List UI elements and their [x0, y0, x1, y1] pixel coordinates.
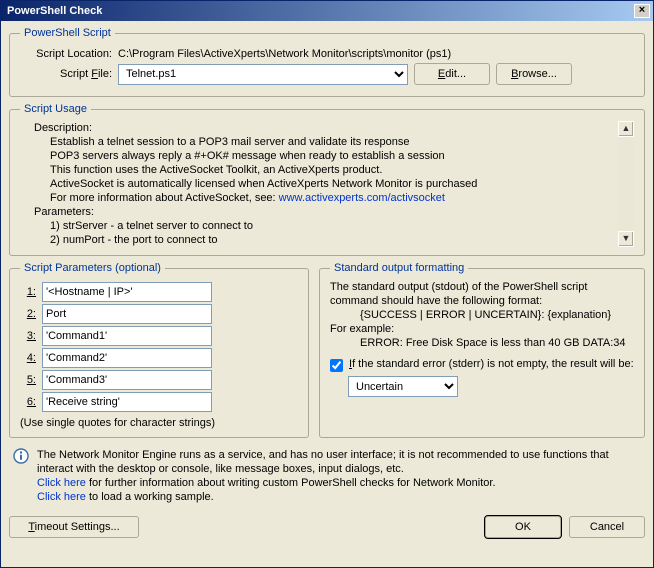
param-3-input[interactable]: [42, 326, 212, 346]
stdout-format: {SUCCESS | ERROR | UNCERTAIN}: {explanat…: [360, 308, 634, 322]
script-file-select[interactable]: Telnet.ps1: [118, 64, 408, 85]
help-link[interactable]: Click here: [37, 477, 86, 489]
group-stdout-legend: Standard output formatting: [330, 262, 468, 274]
param-1-input[interactable]: [42, 282, 212, 302]
close-icon[interactable]: ×: [634, 4, 650, 18]
usage-line: For more information about ActiveSocket,…: [50, 191, 616, 205]
param-num: 6:: [20, 396, 36, 408]
param-6-input[interactable]: [42, 392, 212, 412]
dialog: PowerShell Check × PowerShell Script Scr…: [0, 0, 654, 568]
stdout-example: ERROR: Free Disk Space is less than 40 G…: [360, 336, 634, 350]
group-script: PowerShell Script Script Location: C:\Pr…: [9, 27, 645, 97]
usage-scrollbar[interactable]: ▲ ▼: [618, 121, 634, 247]
group-usage: Script Usage Description: Establish a te…: [9, 103, 645, 256]
note-line1: The Network Monitor Engine runs as a ser…: [37, 448, 641, 476]
scroll-up-icon[interactable]: ▲: [618, 121, 634, 137]
param-5-input[interactable]: [42, 370, 212, 390]
note-line3: to load a working sample.: [86, 491, 214, 503]
button-bar: Timeout Settings... OK Cancel: [9, 510, 645, 538]
param-num: 4:: [20, 352, 36, 364]
load-sample-link[interactable]: Click here: [37, 491, 86, 503]
usage-param-hdr: Parameters:: [34, 205, 616, 219]
group-stdout: Standard output formatting The standard …: [319, 262, 645, 438]
group-script-legend: PowerShell Script: [20, 27, 115, 39]
stderr-label: If the standard error (stderr) is not em…: [349, 358, 634, 370]
param-2-input[interactable]: [42, 304, 212, 324]
group-params: Script Parameters (optional) 1: 2: 3: 4:…: [9, 262, 309, 438]
param-num: 2:: [20, 308, 36, 320]
script-location-value: C:\Program Files\ActiveXperts\Network Mo…: [118, 48, 634, 60]
scroll-down-icon[interactable]: ▼: [618, 231, 634, 247]
usage-line: ActiveSocket is automatically licensed w…: [50, 177, 616, 191]
param-num: 3:: [20, 330, 36, 342]
info-icon: [13, 448, 29, 464]
usage-text: Description: Establish a telnet session …: [20, 121, 616, 247]
param-num: 1:: [20, 286, 36, 298]
info-note: The Network Monitor Engine runs as a ser…: [9, 444, 645, 504]
usage-line: This function uses the ActiveSocket Tool…: [50, 163, 616, 177]
stderr-result-select[interactable]: Uncertain: [348, 376, 458, 397]
stdout-line: The standard output (stdout) of the Powe…: [330, 280, 634, 308]
usage-line: POP3 servers always reply a #+OK# messag…: [50, 149, 616, 163]
script-location-label: Script Location:: [20, 48, 112, 60]
param-num: 5:: [20, 374, 36, 386]
timeout-settings-button[interactable]: Timeout Settings...: [9, 516, 139, 538]
edit-button[interactable]: Edit...: [414, 63, 490, 85]
usage-line: Establish a telnet session to a POP3 mai…: [50, 135, 616, 149]
param-4-input[interactable]: [42, 348, 212, 368]
group-usage-legend: Script Usage: [20, 103, 91, 115]
usage-param: 2) numPort - the port to connect to: [50, 233, 616, 247]
stdout-line: For example:: [330, 322, 634, 336]
usage-desc-hdr: Description:: [34, 121, 616, 135]
ok-button[interactable]: OK: [485, 516, 561, 538]
cancel-button[interactable]: Cancel: [569, 516, 645, 538]
param-hint: (Use single quotes for character strings…: [20, 417, 298, 429]
usage-param: 1) strServer - a telnet server to connec…: [50, 219, 616, 233]
titlebar: PowerShell Check ×: [1, 1, 653, 21]
activesocket-link[interactable]: www.activexperts.com/activsocket: [279, 192, 445, 204]
scroll-track[interactable]: [618, 137, 634, 231]
note-line2: for further information about writing cu…: [86, 477, 496, 489]
window-title: PowerShell Check: [7, 5, 102, 17]
group-params-legend: Script Parameters (optional): [20, 262, 165, 274]
content: PowerShell Script Script Location: C:\Pr…: [1, 21, 653, 567]
stderr-checkbox[interactable]: [330, 359, 343, 372]
script-file-label: Script File:: [20, 68, 112, 80]
browse-button[interactable]: Browse...: [496, 63, 572, 85]
